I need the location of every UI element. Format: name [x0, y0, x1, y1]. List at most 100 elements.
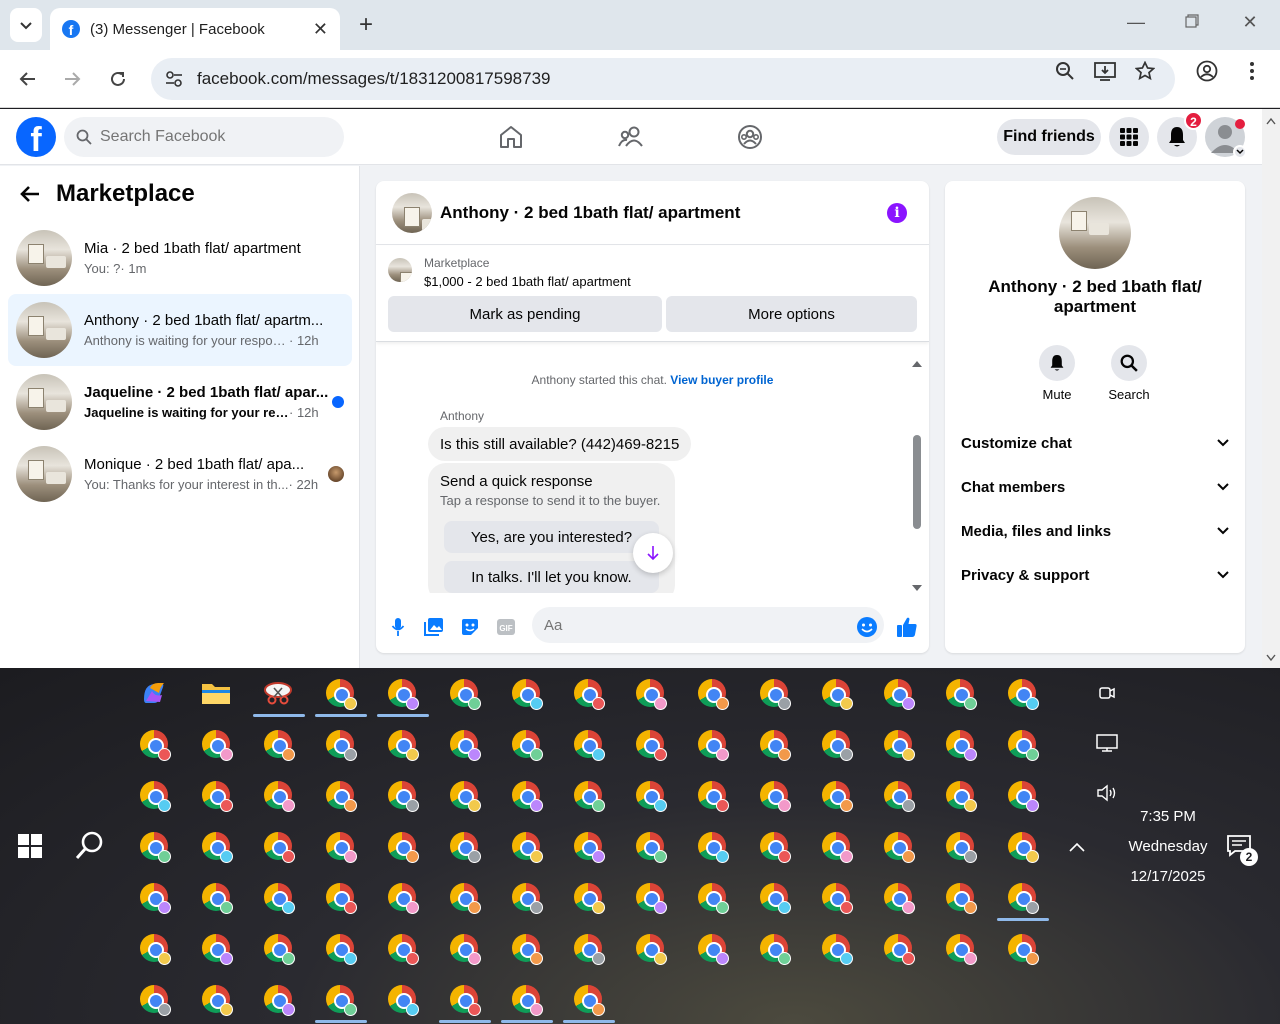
chrome-profile-app[interactable] — [756, 726, 792, 762]
chrome-profile-app[interactable] — [694, 777, 730, 813]
zoom-icon[interactable] — [1054, 60, 1076, 82]
customize-chat-section[interactable]: Customize chat — [953, 421, 1237, 465]
notification-center-button[interactable]: 2 — [1226, 834, 1258, 866]
chat-members-section[interactable]: Chat members — [953, 465, 1237, 509]
chrome-profile-app[interactable] — [818, 726, 854, 762]
facebook-logo[interactable]: f — [16, 117, 56, 157]
chrome-profile-app[interactable] — [384, 981, 420, 1017]
gif-icon[interactable]: GIF — [494, 615, 518, 639]
install-app-icon[interactable] — [1094, 60, 1116, 82]
chat-item-jaqueline[interactable]: Jaqueline · 2 bed 1bath flat/ apar... Ja… — [8, 366, 352, 438]
chrome-profile-app[interactable] — [198, 981, 234, 1017]
quick-reply-button[interactable]: Yes, are you interested? — [444, 521, 659, 553]
forward-button[interactable] — [57, 64, 87, 94]
chrome-profile-app[interactable] — [756, 828, 792, 864]
page-scrollbar[interactable] — [1262, 109, 1280, 668]
chrome-profile-app[interactable] — [322, 726, 358, 762]
url-text[interactable]: facebook.com/messages/t/1831200817598739 — [197, 69, 1175, 89]
chrome-profile-app[interactable] — [508, 777, 544, 813]
chrome-profile-app[interactable] — [942, 879, 978, 915]
show-hidden-icons-button[interactable] — [1066, 836, 1088, 858]
chrome-profile-app[interactable] — [260, 777, 296, 813]
facebook-search[interactable] — [64, 117, 344, 157]
tab-search-button[interactable] — [10, 8, 42, 42]
conversation-title[interactable]: Anthony · 2 bed 1bath flat/ apartment — [440, 203, 740, 223]
chrome-profile-app[interactable] — [694, 828, 730, 864]
new-tab-button[interactable]: + — [352, 12, 380, 40]
chrome-profile-app[interactable] — [446, 675, 482, 711]
chrome-profile-app[interactable] — [818, 675, 854, 711]
nav-home[interactable] — [455, 117, 567, 157]
thumbs-up-icon[interactable] — [895, 615, 919, 639]
chrome-profile-app[interactable] — [508, 930, 544, 966]
chrome-profile-app[interactable] — [446, 828, 482, 864]
view-buyer-profile-link[interactable]: View buyer profile — [670, 373, 773, 387]
mark-as-pending-button[interactable]: Mark as pending — [388, 296, 662, 332]
chrome-profile-app[interactable] — [322, 675, 358, 711]
scroll-down-icon[interactable] — [911, 583, 923, 593]
meet-now-icon[interactable] — [1096, 682, 1118, 704]
chrome-profile-app[interactable] — [322, 930, 358, 966]
chrome-profile-app[interactable] — [384, 726, 420, 762]
chrome-profile-app[interactable] — [818, 828, 854, 864]
chrome-profile-app[interactable] — [570, 981, 606, 1017]
taskbar-search-button[interactable] — [74, 830, 106, 862]
listing-title[interactable]: $1,000 - 2 bed 1bath flat/ apartment — [424, 274, 631, 289]
back-arrow-icon[interactable] — [20, 185, 40, 203]
chrome-profile-app[interactable] — [756, 879, 792, 915]
chrome-profile-app[interactable] — [260, 828, 296, 864]
chrome-profile-app[interactable] — [446, 726, 482, 762]
chrome-profile-app[interactable] — [1004, 828, 1040, 864]
chrome-profile-app[interactable] — [1004, 930, 1040, 966]
scroll-up-icon[interactable] — [911, 359, 923, 369]
chrome-profile-app[interactable] — [632, 726, 668, 762]
thread-scrollbar[interactable] — [911, 351, 923, 591]
photo-icon[interactable] — [422, 615, 446, 639]
chrome-profile-app[interactable] — [632, 675, 668, 711]
chrome-profile-app[interactable] — [136, 777, 172, 813]
address-bar[interactable]: facebook.com/messages/t/1831200817598739 — [151, 58, 1175, 100]
browser-tab-messenger[interactable]: f (3) Messenger | Facebook ✕ — [50, 8, 340, 50]
chrome-profile-app[interactable] — [942, 930, 978, 966]
chrome-profile-app[interactable] — [136, 930, 172, 966]
chrome-profile-app[interactable] — [818, 879, 854, 915]
chrome-profile-app[interactable] — [818, 777, 854, 813]
chrome-profile-app[interactable] — [1004, 879, 1040, 915]
chrome-profile-app[interactable] — [694, 930, 730, 966]
chrome-profile-app[interactable] — [632, 828, 668, 864]
chrome-profile-app[interactable] — [322, 777, 358, 813]
chrome-profile-app[interactable] — [942, 675, 978, 711]
info-icon[interactable]: i — [887, 203, 907, 223]
chrome-profile-app[interactable] — [508, 726, 544, 762]
chrome-profile-app[interactable] — [880, 930, 916, 966]
chrome-profile-app[interactable] — [632, 879, 668, 915]
chrome-profile-app[interactable] — [198, 777, 234, 813]
message-input[interactable] — [532, 607, 884, 643]
chrome-profile-app[interactable] — [694, 675, 730, 711]
chrome-profile-app[interactable] — [880, 675, 916, 711]
chrome-profile-app[interactable] — [136, 879, 172, 915]
chat-item-anthony[interactable]: Anthony · 2 bed 1bath flat/ apartm... An… — [8, 294, 352, 366]
back-button[interactable] — [13, 64, 43, 94]
close-window-button[interactable]: ✕ — [1230, 12, 1270, 33]
emoji-icon[interactable] — [855, 615, 879, 639]
site-info-icon[interactable] — [163, 68, 185, 90]
chrome-profile-app[interactable] — [260, 726, 296, 762]
chrome-profile-app[interactable] — [508, 675, 544, 711]
chrome-profile-app[interactable] — [446, 879, 482, 915]
volume-icon[interactable] — [1096, 782, 1118, 804]
chrome-profile-app[interactable] — [880, 828, 916, 864]
chrome-profile-app[interactable] — [260, 879, 296, 915]
media-files-links-section[interactable]: Media, files and links — [953, 509, 1237, 553]
chrome-profile-app[interactable] — [384, 777, 420, 813]
chrome-profile-app[interactable] — [198, 828, 234, 864]
chrome-profile-app[interactable] — [880, 879, 916, 915]
chrome-profile-app[interactable] — [942, 828, 978, 864]
chrome-profile-app[interactable] — [1004, 777, 1040, 813]
microphone-icon[interactable] — [386, 615, 410, 639]
facebook-search-input[interactable] — [100, 128, 320, 146]
bookmark-star-icon[interactable] — [1134, 60, 1156, 82]
chrome-profile-app[interactable] — [880, 777, 916, 813]
chrome-profile-app[interactable] — [136, 828, 172, 864]
close-tab-icon[interactable]: ✕ — [313, 19, 328, 40]
